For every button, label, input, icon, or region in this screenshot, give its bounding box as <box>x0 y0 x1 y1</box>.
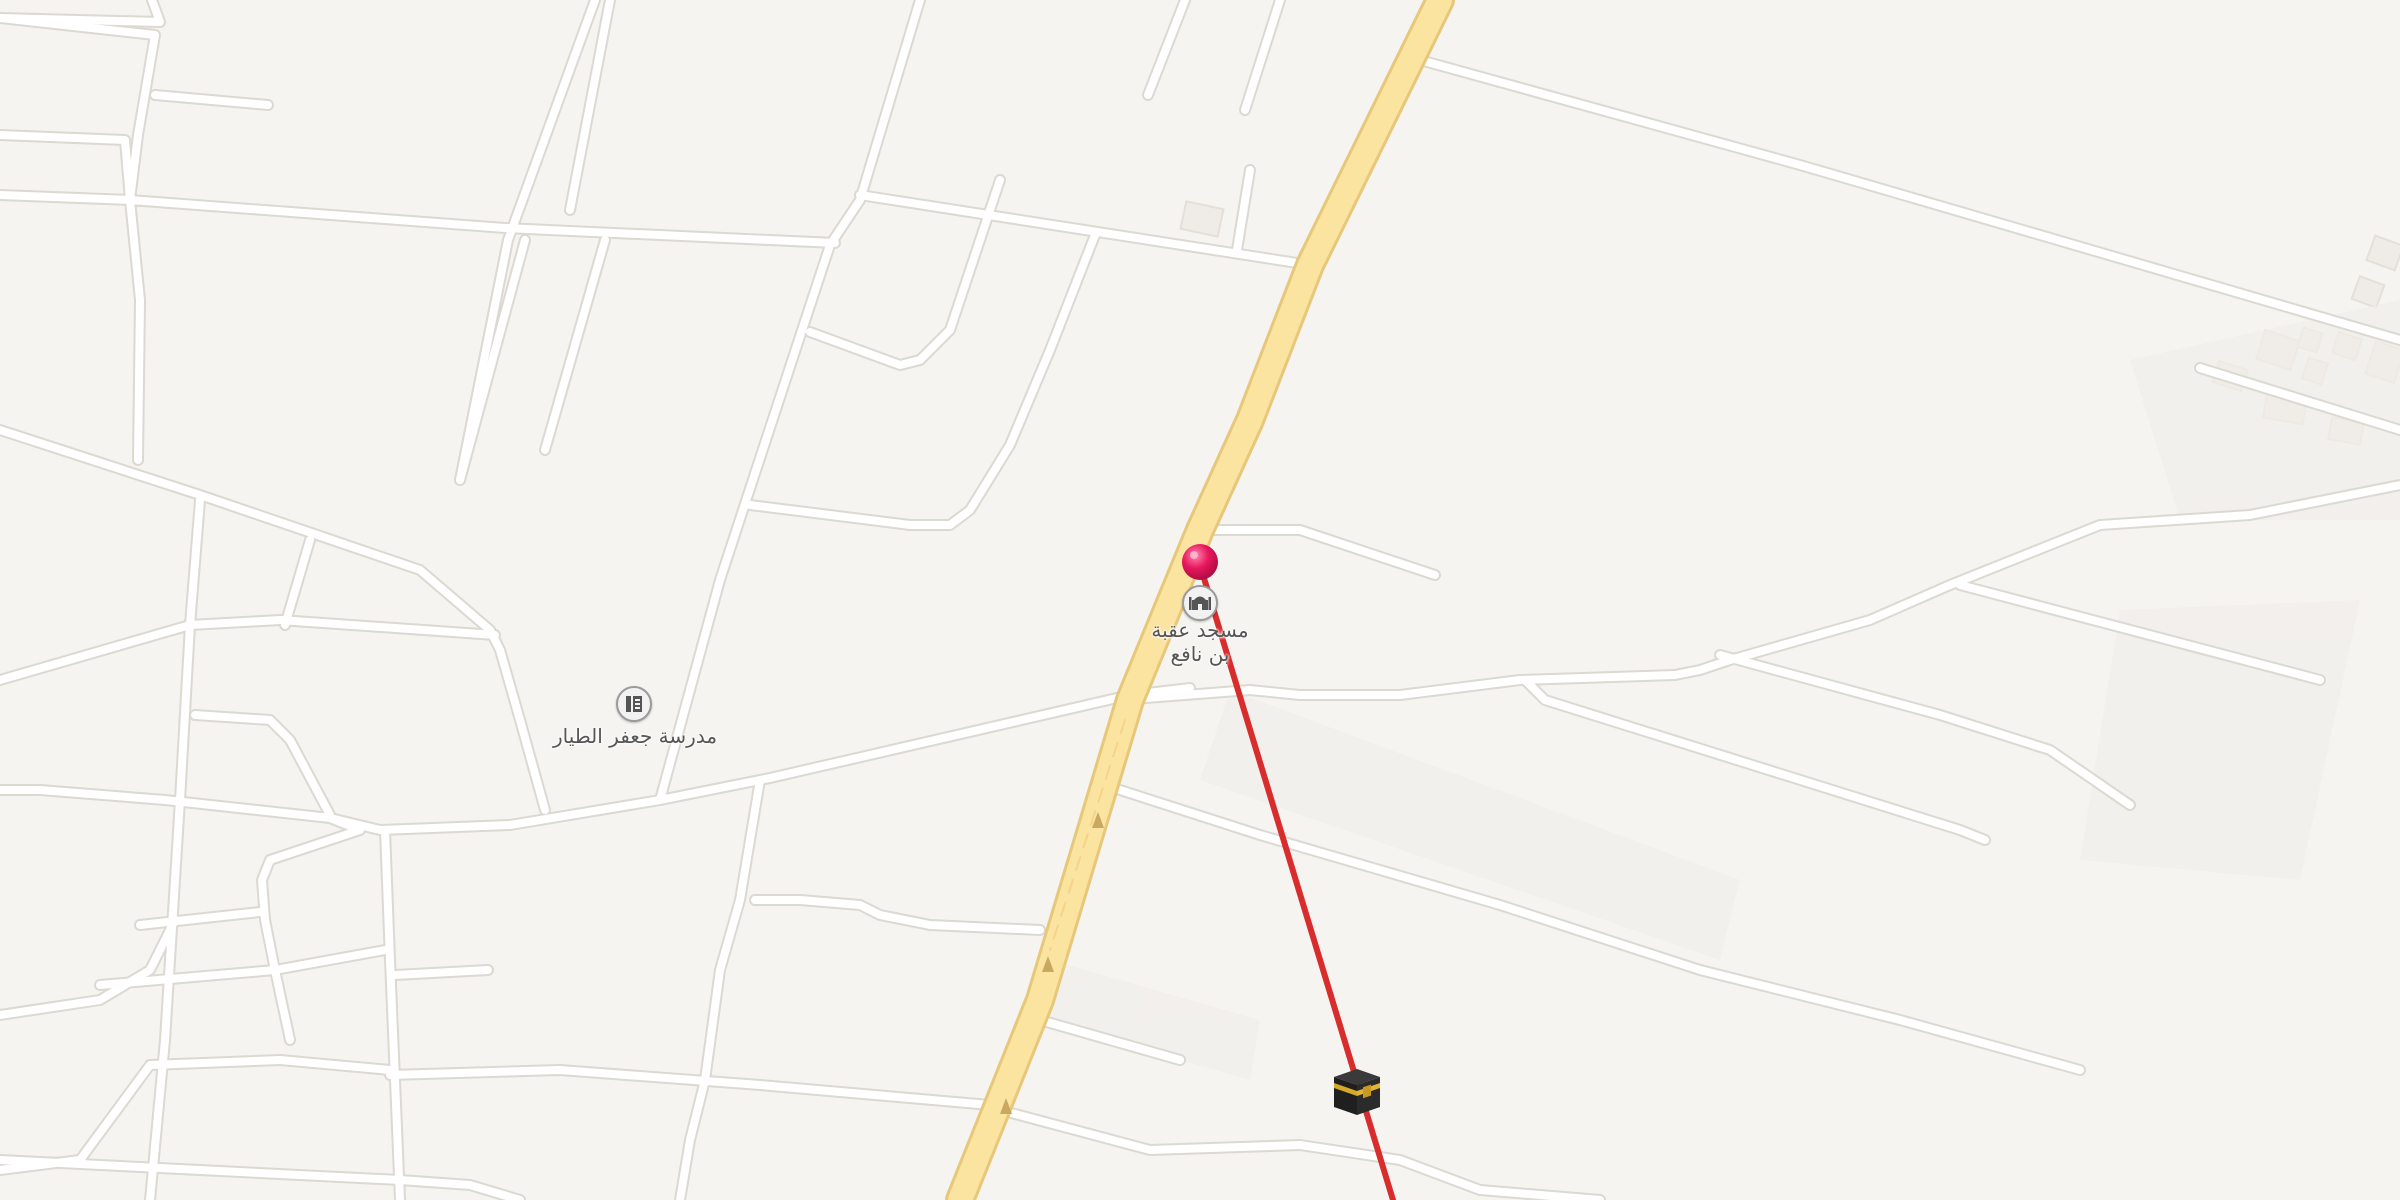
school-icon <box>626 696 642 712</box>
mosque-name-line1: مسجد عقبة <box>1151 618 1249 642</box>
school-label: مدرسة جعفر الطيار <box>552 724 718 748</box>
kaaba-marker[interactable] <box>1330 1065 1384 1119</box>
mosque-icon <box>1189 596 1211 610</box>
mosque-label: مسجد عقبة بن نافع <box>1115 618 1285 666</box>
mosque-name-line2: بن نافع <box>1170 642 1230 666</box>
kaaba-icon <box>1334 1069 1380 1115</box>
location-pin[interactable] <box>1180 542 1220 582</box>
map-canvas[interactable]: مسجد عقبة بن نافع مدرسة جعفر الطيار <box>0 0 2400 1200</box>
pin-icon <box>1182 544 1218 580</box>
school-poi[interactable] <box>616 686 652 722</box>
mosque-poi[interactable] <box>1182 585 1218 621</box>
